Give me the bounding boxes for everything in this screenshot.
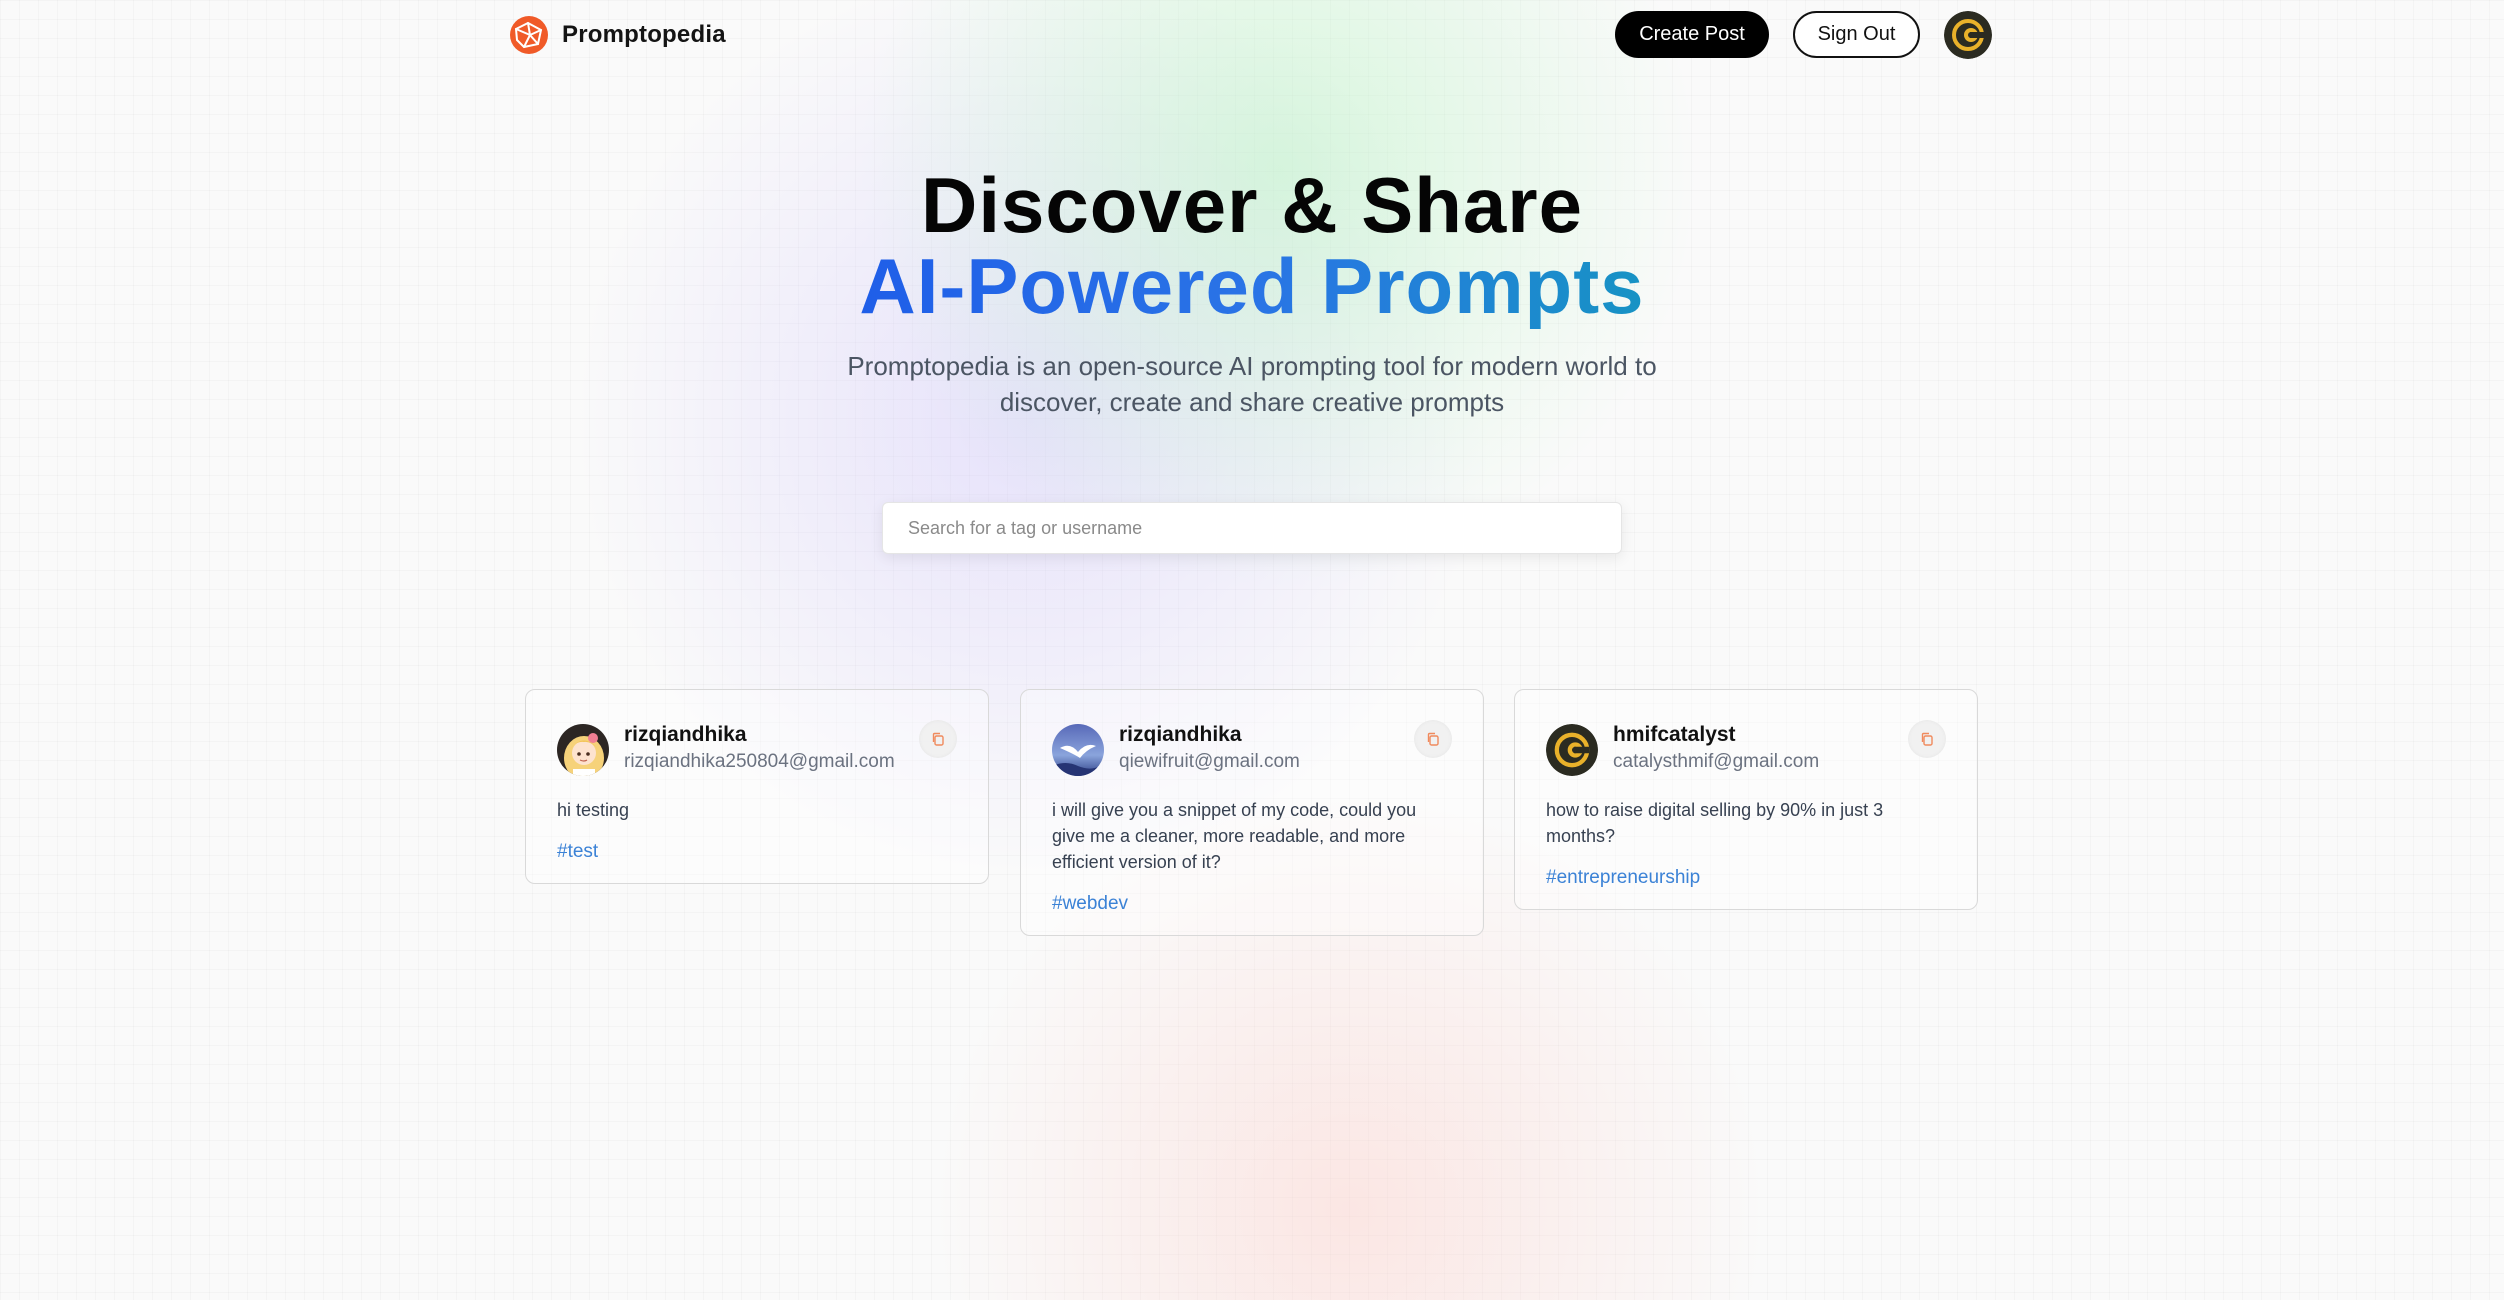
prompt-card: hmifcatalyst catalysthmif@gmail.com how … <box>1514 689 1978 910</box>
card-email: qiewifruit@gmail.com <box>1119 751 1300 772</box>
user-avatar[interactable] <box>1546 724 1598 776</box>
hero-description: Promptopedia is an open-source AI prompt… <box>847 351 1657 417</box>
hero-title: Discover & Share <box>921 161 1583 249</box>
copy-button[interactable] <box>919 720 957 758</box>
card-username[interactable]: rizqiandhika <box>624 723 747 747</box>
card-header: hmifcatalyst catalysthmif@gmail.com <box>1546 720 1946 776</box>
card-username[interactable]: hmifcatalyst <box>1613 723 1736 747</box>
card-tag[interactable]: #entrepreneurship <box>1546 867 1700 889</box>
copy-icon <box>1921 732 1933 746</box>
card-email: catalysthmif@gmail.com <box>1613 751 1820 772</box>
prompt-card: rizqiandhika rizqiandhika250804@gmail.co… <box>525 689 989 884</box>
catalyst-logo-avatar-icon <box>1546 724 1598 776</box>
anime-girl-avatar-icon <box>557 724 609 776</box>
search-input[interactable] <box>882 502 1622 554</box>
prompt-card: rizqiandhika qiewifruit@gmail.com i will… <box>1020 689 1484 936</box>
profile-avatar[interactable] <box>1944 11 1992 59</box>
card-header: rizqiandhika rizqiandhika250804@gmail.co… <box>557 720 957 776</box>
catalyst-avatar <box>1944 11 1992 59</box>
card-email: rizqiandhika250804@gmail.com <box>624 751 895 772</box>
bird-sky-avatar-icon <box>1052 724 1104 776</box>
copy-button[interactable] <box>1414 720 1452 758</box>
top-navbar: Promptopedia Create Post Sign Out <box>0 0 2504 70</box>
card-prompt-text: hi testing <box>557 800 630 820</box>
create-post-button[interactable]: Create Post <box>1615 11 1769 58</box>
copy-icon <box>1427 732 1439 746</box>
card-prompt-text: i will give you a snippet of my code, co… <box>1052 800 1417 872</box>
card-header: rizqiandhika qiewifruit@gmail.com <box>1052 720 1452 776</box>
copy-icon <box>932 732 944 746</box>
brand-name: Promptopedia <box>562 21 726 48</box>
card-tag[interactable]: #webdev <box>1052 893 1128 915</box>
hero-gradient-text: AI-Powered Prompts <box>859 242 1645 330</box>
promptopedia-logo-icon <box>510 16 548 54</box>
sign-out-button[interactable]: Sign Out <box>1793 11 1920 58</box>
hero-title-highlight: AI-Powered Prompts <box>0 245 2504 327</box>
copy-button[interactable] <box>1908 720 1946 758</box>
brand-logo-link[interactable]: Promptopedia <box>508 14 726 56</box>
card-prompt-text: how to raise digital selling by 90% in j… <box>1546 800 1884 846</box>
card-username[interactable]: rizqiandhika <box>1119 723 1242 747</box>
user-avatar[interactable] <box>557 724 609 776</box>
card-tag[interactable]: #test <box>557 841 598 863</box>
user-avatar[interactable] <box>1052 724 1104 776</box>
